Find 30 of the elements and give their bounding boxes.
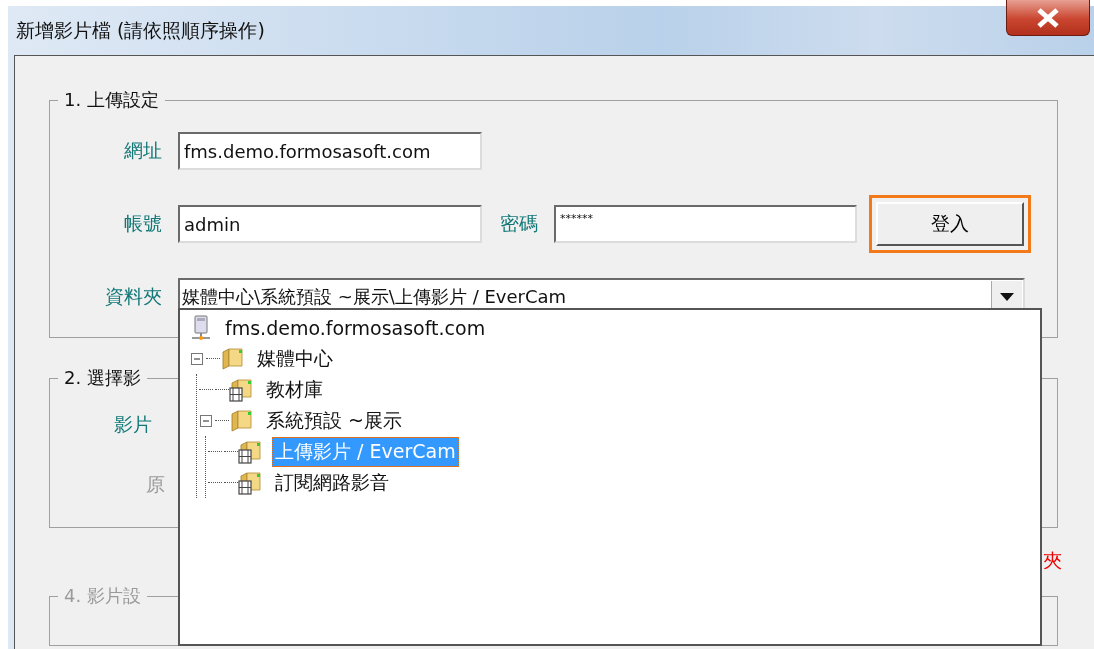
warning-text: 夾 <box>1043 549 1062 571</box>
collapse-icon[interactable] <box>191 352 203 365</box>
caret-icon <box>1000 293 1014 301</box>
tree-item[interactable]: 訂閱網路影音 <box>272 467 392 498</box>
collapse-icon[interactable] <box>200 414 212 427</box>
film-folder-icon <box>229 376 255 403</box>
close-icon <box>1035 7 1061 28</box>
tree-item[interactable]: fms.demo.formosasoft.com <box>222 314 489 341</box>
field-label: 資料夾 <box>104 284 162 309</box>
field-label: 密碼 <box>500 211 538 236</box>
login-button[interactable]: 登入 <box>876 202 1024 246</box>
film-folder-icon <box>238 438 264 465</box>
film-folder-icon <box>238 469 264 496</box>
group-title: 2. 選擇影 <box>63 366 142 390</box>
group-title: 4. 影片設 <box>63 584 142 608</box>
tree-item[interactable]: 教材庫 <box>263 374 326 405</box>
tree-item[interactable]: 媒體中心 <box>254 343 336 374</box>
folder-icon <box>229 407 255 434</box>
account-field[interactable]: admin <box>178 205 482 243</box>
tree-item[interactable]: 系統預設 ~展示 <box>263 405 405 436</box>
field-label: 影片 <box>114 412 152 437</box>
folder-icon <box>220 345 246 372</box>
field-label: 網址 <box>123 138 162 163</box>
field-label: 帳號 <box>123 211 162 236</box>
password-field[interactable]: ****** <box>554 205 857 243</box>
close-button[interactable] <box>1006 0 1090 36</box>
url-field[interactable]: fms.demo.formosasoft.com <box>178 132 482 170</box>
field-label: 原 <box>146 472 165 497</box>
window-title: 新增影片檔 (請依照順序操作) <box>16 17 265 43</box>
group-title: 1. 上傳設定 <box>63 88 160 112</box>
